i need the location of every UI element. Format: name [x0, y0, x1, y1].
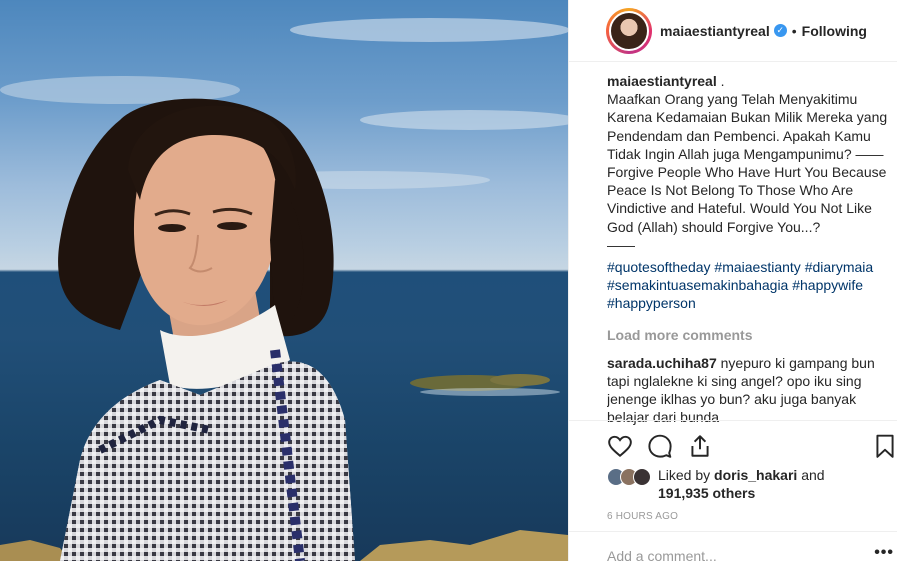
liker-avatars: [607, 468, 651, 486]
share-icon[interactable]: [687, 433, 713, 459]
avatar[interactable]: [609, 10, 649, 51]
likes-count[interactable]: 191,935 others: [658, 485, 755, 501]
hashtag-link[interactable]: #happywife: [792, 277, 863, 293]
hashtag-link[interactable]: #semakintuasemakinbahagia: [607, 277, 788, 293]
liked-by-label: Liked by: [658, 467, 711, 483]
caption: maiaestiantyreal . Maafkan Orang yang Te…: [607, 72, 889, 313]
likes-text: Liked by doris_hakari and 191,935 others: [658, 466, 825, 502]
caption-hashtags: #quotesoftheday #maiaestianty #diarymaia…: [607, 258, 889, 313]
post-actions: [569, 420, 897, 472]
hashtag-link[interactable]: #maiaestianty: [714, 259, 800, 275]
hashtag-link[interactable]: #happyperson: [607, 295, 696, 311]
post-timestamp[interactable]: 6 HOURS AGO: [607, 511, 678, 522]
caption-text: Maafkan Orang yang Telah Menyakitimu Kar…: [607, 91, 888, 253]
likes-summary: Liked by doris_hakari and 191,935 others: [607, 466, 825, 502]
load-more-comments-button[interactable]: Load more comments: [607, 326, 889, 344]
avatar[interactable]: [633, 468, 651, 486]
comments-list[interactable]: maiaestiantyreal . Maafkan Orang yang Te…: [607, 72, 889, 428]
post-photo[interactable]: [0, 0, 568, 561]
comment-item: sarada.uchiha87 nyepuro ki gampang bun t…: [607, 354, 889, 427]
photo-illustration: [0, 18, 568, 561]
add-comment-bar: Add a comment... •••: [569, 531, 897, 561]
following-button[interactable]: Following: [802, 23, 867, 39]
hashtag-link[interactable]: #diarymaia: [805, 259, 873, 275]
heart-icon[interactable]: [607, 433, 633, 459]
post-header: maiaestiantyreal ✓ • Following: [569, 0, 897, 62]
hashtag-link[interactable]: #quotesoftheday: [607, 259, 711, 275]
post-username[interactable]: maiaestiantyreal: [660, 23, 770, 39]
liker-username[interactable]: doris_hakari: [714, 467, 797, 483]
profile-avatar-ring[interactable]: [606, 7, 652, 54]
bookmark-icon[interactable]: [872, 433, 897, 459]
likes-and: and: [801, 467, 825, 483]
caption-suffix: .: [716, 73, 725, 89]
verified-badge-icon: ✓: [773, 24, 787, 37]
comment-username[interactable]: sarada.uchiha87: [607, 355, 717, 371]
caption-username[interactable]: maiaestiantyreal: [607, 73, 717, 89]
more-options-icon[interactable]: •••: [874, 544, 894, 561]
separator-dot: •: [791, 22, 797, 39]
comment-input[interactable]: Add a comment...: [607, 548, 717, 561]
post-side-panel: maiaestiantyreal ✓ • Following maiaestia…: [568, 0, 897, 561]
comment-bubble-icon[interactable]: [647, 433, 673, 459]
